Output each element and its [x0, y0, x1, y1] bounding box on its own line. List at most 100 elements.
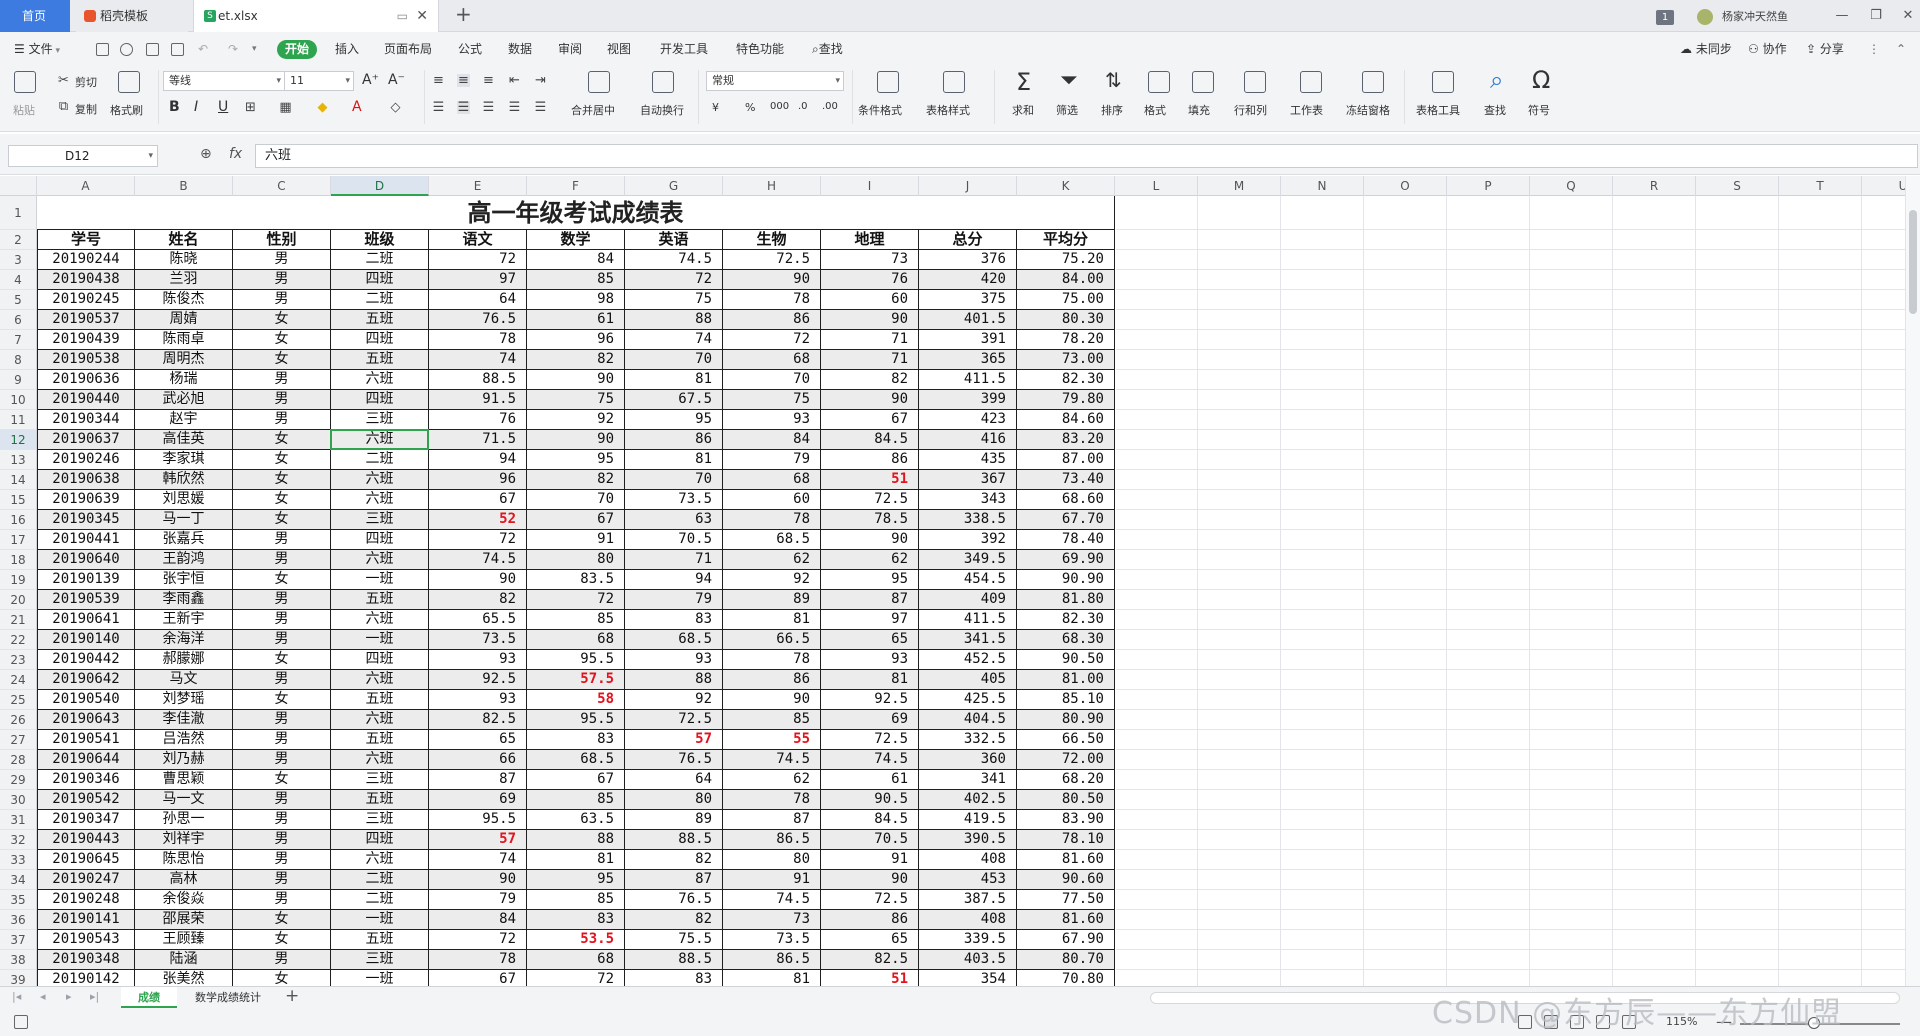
table-cell[interactable]: 69: [429, 790, 527, 810]
table-cell[interactable]: 85: [527, 270, 625, 290]
table-cell[interactable]: 69.90: [1017, 550, 1115, 570]
table-cell[interactable]: 73.40: [1017, 470, 1115, 490]
indent-decrease-icon[interactable]: ⇤: [508, 74, 521, 87]
column-header-g[interactable]: G: [625, 176, 723, 196]
table-cell[interactable]: 423: [919, 410, 1017, 430]
table-cell[interactable]: 82: [625, 850, 723, 870]
table-cell[interactable]: 女: [233, 330, 331, 350]
table-cell[interactable]: 杨瑞: [135, 370, 233, 390]
align-center-icon[interactable]: ☰: [457, 101, 470, 114]
macro-icon[interactable]: [14, 1015, 28, 1029]
column-title-cell[interactable]: 学号: [37, 230, 135, 250]
table-cell[interactable]: 一班: [331, 910, 429, 930]
table-cell[interactable]: 81: [527, 850, 625, 870]
table-cell[interactable]: 72.5: [821, 890, 919, 910]
number-format-select[interactable]: 常规 ▾: [706, 71, 844, 91]
table-cell[interactable]: 86: [821, 910, 919, 930]
table-cell[interactable]: 360: [919, 750, 1017, 770]
window-count-badge[interactable]: 1: [1656, 10, 1674, 25]
table-cell[interactable]: 70.5: [821, 830, 919, 850]
table-cell[interactable]: 曹思颖: [135, 770, 233, 790]
align-bottom-icon[interactable]: ≡: [482, 74, 495, 87]
table-cell[interactable]: 吕浩然: [135, 730, 233, 750]
table-cell[interactable]: 20190643: [37, 710, 135, 730]
table-cell[interactable]: 90: [527, 370, 625, 390]
row-header-17[interactable]: 17: [0, 530, 37, 550]
table-cell[interactable]: 20190542: [37, 790, 135, 810]
sheet-tab-scores[interactable]: 成绩: [121, 987, 177, 1008]
table-cell[interactable]: 六班: [331, 670, 429, 690]
row-header-13[interactable]: 13: [0, 450, 37, 470]
table-cell[interactable]: 81.80: [1017, 590, 1115, 610]
align-middle-icon[interactable]: ≡: [457, 74, 470, 87]
table-cell[interactable]: 二班: [331, 250, 429, 270]
table-cell[interactable]: 86: [625, 430, 723, 450]
table-cell[interactable]: 张嘉兵: [135, 530, 233, 550]
table-cell[interactable]: 二班: [331, 890, 429, 910]
table-cell[interactable]: 338.5: [919, 510, 1017, 530]
table-cell[interactable]: 女: [233, 970, 331, 986]
table-cell[interactable]: 81: [723, 970, 821, 986]
table-cell[interactable]: 赵宇: [135, 410, 233, 430]
table-cell[interactable]: 72.00: [1017, 750, 1115, 770]
table-cell[interactable]: 男: [233, 830, 331, 850]
column-header-f[interactable]: F: [527, 176, 625, 196]
table-cell[interactable]: 354: [919, 970, 1017, 986]
table-cell[interactable]: 四班: [331, 650, 429, 670]
table-cell[interactable]: 67.90: [1017, 930, 1115, 950]
table-cell[interactable]: 68.5: [625, 630, 723, 650]
row-header-31[interactable]: 31: [0, 810, 37, 830]
pin-icon[interactable]: ▭: [397, 0, 408, 32]
table-cell[interactable]: 402.5: [919, 790, 1017, 810]
table-cell[interactable]: 66.5: [723, 630, 821, 650]
table-cell[interactable]: 20190439: [37, 330, 135, 350]
table-cell[interactable]: 刘乃赫: [135, 750, 233, 770]
menu-data[interactable]: 数据: [508, 32, 532, 66]
table-cell[interactable]: 411.5: [919, 370, 1017, 390]
table-cell[interactable]: 67: [527, 510, 625, 530]
table-cell[interactable]: 20190541: [37, 730, 135, 750]
row-header-2[interactable]: 2: [0, 230, 37, 250]
table-cell[interactable]: 20190248: [37, 890, 135, 910]
table-cell[interactable]: 20190540: [37, 690, 135, 710]
table-cell[interactable]: 周明杰: [135, 350, 233, 370]
table-cell[interactable]: 97: [429, 270, 527, 290]
table-cell[interactable]: 男: [233, 250, 331, 270]
row-header-22[interactable]: 22: [0, 630, 37, 650]
table-cell[interactable]: 张宇恒: [135, 570, 233, 590]
table-cell[interactable]: 72: [723, 330, 821, 350]
table-cell[interactable]: 四班: [331, 390, 429, 410]
table-cell[interactable]: 71.5: [429, 430, 527, 450]
table-cell[interactable]: 78.5: [821, 510, 919, 530]
table-cell[interactable]: 83.90: [1017, 810, 1115, 830]
merge-center-button[interactable]: 合并居中: [571, 102, 615, 118]
table-cell[interactable]: 76.5: [625, 750, 723, 770]
row-header-24[interactable]: 24: [0, 670, 37, 690]
table-cell[interactable]: 68: [527, 950, 625, 970]
row-header-19[interactable]: 19: [0, 570, 37, 590]
table-cell[interactable]: 391: [919, 330, 1017, 350]
table-cell[interactable]: 74.5: [429, 550, 527, 570]
table-cell[interactable]: 339.5: [919, 930, 1017, 950]
table-cell[interactable]: 五班: [331, 730, 429, 750]
row-header-11[interactable]: 11: [0, 410, 37, 430]
table-cell[interactable]: 20190345: [37, 510, 135, 530]
table-cell[interactable]: 女: [233, 570, 331, 590]
table-cell[interactable]: 92: [527, 410, 625, 430]
table-cell[interactable]: 孙思一: [135, 810, 233, 830]
menu-developer[interactable]: 开发工具: [660, 32, 708, 66]
table-cell[interactable]: 韩欣然: [135, 470, 233, 490]
table-cell[interactable]: 95: [527, 450, 625, 470]
row-header-34[interactable]: 34: [0, 870, 37, 890]
table-cell[interactable]: 68.60: [1017, 490, 1115, 510]
zoom-formula-icon[interactable]: ⊕: [200, 146, 212, 162]
table-cell[interactable]: 陈思怡: [135, 850, 233, 870]
table-cell[interactable]: 女: [233, 450, 331, 470]
table-cell[interactable]: 399: [919, 390, 1017, 410]
table-cell[interactable]: 367: [919, 470, 1017, 490]
table-cell[interactable]: 73.5: [625, 490, 723, 510]
user-name[interactable]: 杨家冲天然鱼: [1722, 0, 1788, 34]
table-cell[interactable]: 李家琪: [135, 450, 233, 470]
select-all-corner[interactable]: [0, 176, 37, 196]
sort-button[interactable]: 排序: [1101, 102, 1123, 118]
